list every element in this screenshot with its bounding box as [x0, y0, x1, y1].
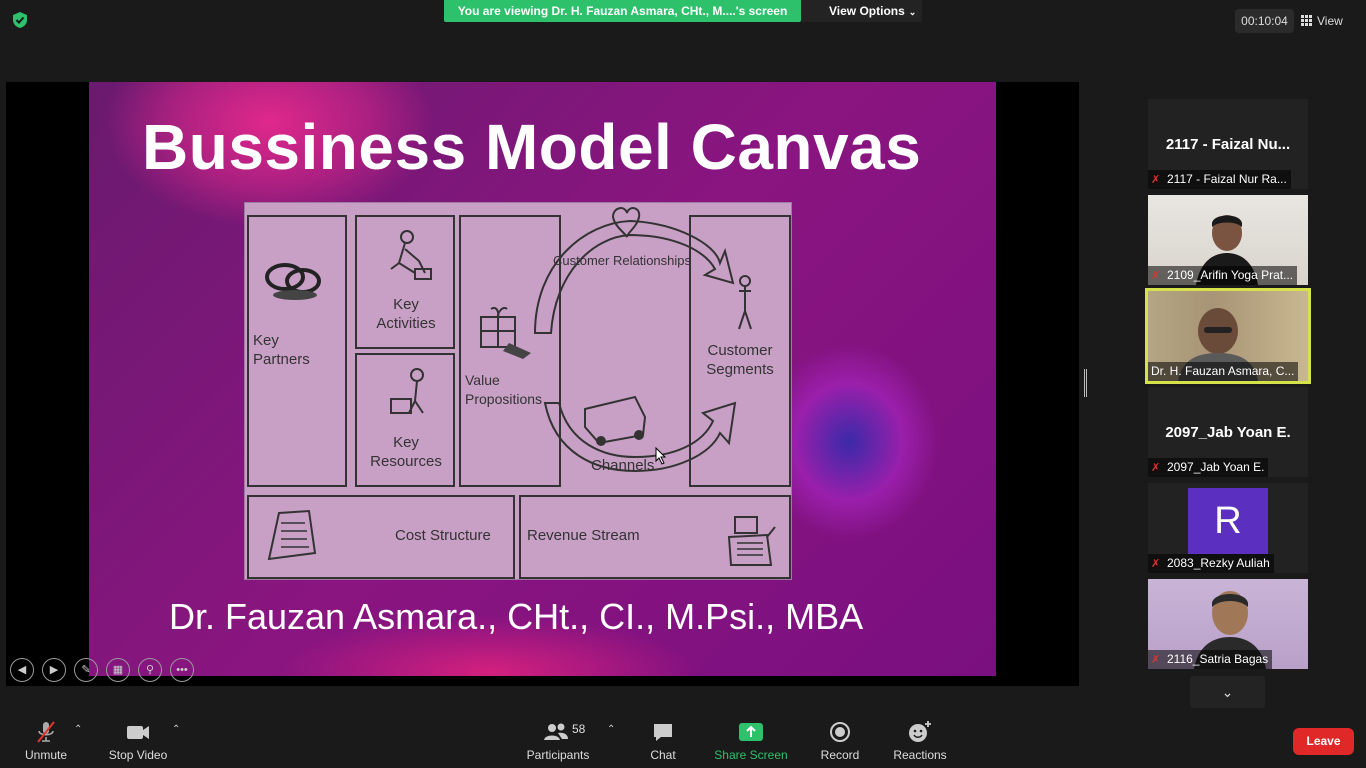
worker-with-cart-icon	[390, 368, 424, 414]
next-slide-button[interactable]: ▶	[42, 658, 66, 682]
participant-name: 2109_Arifin Yoga Prat...	[1167, 268, 1294, 282]
participant-name: Dr. H. Fauzan Asmara, C...	[1151, 364, 1295, 378]
chain-links-icon	[265, 263, 321, 300]
pen-tool-button[interactable]: ✎	[74, 658, 98, 682]
record-icon	[830, 722, 850, 742]
reactions-button[interactable]: Reactions	[892, 720, 948, 762]
view-options-label: View Options	[829, 4, 905, 18]
people-icon	[544, 723, 568, 740]
chevron-down-icon: ⌄	[1221, 684, 1234, 700]
participants-icon-wrap: 58	[528, 720, 588, 744]
view-options-button[interactable]: View Options ⌄	[801, 0, 922, 22]
meeting-timer: 00:10:04	[1235, 9, 1294, 33]
chat-label: Chat	[650, 748, 676, 762]
magnifier-icon: ⚲	[145, 664, 155, 676]
participant-tile[interactable]: 2117 - Faizal Nu... ✗ 2117 - Faizal Nur R…	[1148, 99, 1308, 189]
muted-mic-icon: ✗	[1151, 558, 1161, 570]
view-label: View	[1317, 14, 1343, 28]
business-model-canvas-diagram: Key Partners Key Activities Key Resource…	[244, 202, 792, 580]
stop-video-button[interactable]: Stop Video	[104, 720, 172, 762]
channels-label: Channels	[591, 457, 655, 474]
cash-register-icon	[727, 516, 776, 566]
grid-icon	[1301, 15, 1312, 26]
arrow-right-icon: ▶	[49, 664, 59, 676]
revenue-stream-label: Revenue Stream	[527, 527, 640, 544]
video-camera-icon	[127, 726, 149, 739]
participants-button[interactable]: 58 Participants	[525, 720, 591, 762]
share-screen-button[interactable]: Share Screen	[714, 720, 788, 762]
participant-name-label: Dr. H. Fauzan Asmara, C...	[1148, 362, 1299, 381]
record-button[interactable]: Record	[818, 720, 862, 762]
stop-video-label: Stop Video	[108, 748, 168, 762]
reactions-label: Reactions	[893, 748, 947, 762]
participant-name-label: ✗ 2097_Jab Yoan E.	[1148, 458, 1269, 477]
participant-display-name: 2097_Jab Yoan E.	[1165, 424, 1291, 441]
participants-options-caret[interactable]: ⌃	[607, 724, 615, 735]
slides-grid-button[interactable]: ▦	[106, 658, 130, 682]
arrow-left-icon: ◀	[17, 664, 27, 676]
unmute-label: Unmute	[24, 748, 68, 762]
unmute-button[interactable]: Unmute	[20, 720, 72, 762]
participant-tile-active-speaker[interactable]: Dr. H. Fauzan Asmara, C...	[1145, 288, 1311, 384]
participant-name: 2116_Satria Bagas	[1167, 652, 1269, 666]
leave-button[interactable]: Leave	[1293, 728, 1354, 755]
participant-display-name: 2117 - Faizal Nu...	[1165, 136, 1291, 153]
participant-name-label: ✗ 2117 - Faizal Nur Ra...	[1148, 170, 1291, 189]
receipt-icon	[267, 509, 317, 561]
chevron-down-icon: ⌄	[908, 7, 917, 17]
key-partners-label: Key Partners	[253, 332, 310, 368]
customer-relationships-label: Customer Relationships	[553, 253, 692, 268]
avatar: R	[1188, 488, 1268, 554]
participant-tile[interactable]: ✗ 2116_Satria Bagas	[1148, 579, 1308, 669]
key-resources-label: Key Resources	[370, 434, 442, 470]
muted-mic-icon: ✗	[1151, 174, 1161, 186]
grid-icon: ▦	[112, 664, 124, 676]
cost-structure-label: Cost Structure	[395, 527, 491, 544]
chat-bubble-icon	[654, 724, 672, 741]
participant-name-label: ✗ 2116_Satria Bagas	[1148, 650, 1273, 669]
video-options-caret[interactable]: ⌃	[172, 724, 180, 735]
participant-name: 2083_Rezky Auliah	[1167, 556, 1270, 570]
participant-tile[interactable]: ✗ 2109_Arifin Yoga Prat...	[1148, 195, 1308, 285]
scroll-down-button[interactable]: ⌄	[1190, 676, 1265, 708]
view-button[interactable]: View	[1301, 9, 1359, 33]
participant-tile[interactable]: 2097_Jab Yoan E. ✗ 2097_Jab Yoan E.	[1148, 387, 1308, 477]
mouse-pointer-icon	[655, 447, 667, 465]
security-shield-icon[interactable]	[10, 10, 30, 30]
ellipsis-icon: •••	[176, 664, 188, 676]
slide-author: Dr. Fauzan Asmara., CHt., CI., M.Psi., M…	[169, 596, 864, 637]
record-label: Record	[820, 748, 860, 762]
share-screen-icon	[739, 723, 763, 741]
muted-mic-icon: ✗	[1151, 654, 1161, 666]
participant-name: 2097_Jab Yoan E.	[1167, 460, 1265, 474]
viewing-screen-banner: You are viewing Dr. H. Fauzan Asmara, CH…	[444, 0, 801, 22]
worker-figure-icon	[390, 230, 432, 280]
participant-name-label: ✗ 2109_Arifin Yoga Prat...	[1148, 266, 1298, 285]
zoom-button[interactable]: ⚲	[138, 658, 162, 682]
pen-icon: ✎	[81, 664, 91, 676]
muted-mic-icon: ✗	[1151, 462, 1161, 474]
participants-count: 58	[572, 722, 586, 736]
previous-slide-button[interactable]: ◀	[10, 658, 34, 682]
participant-tile[interactable]: R ✗ 2083_Rezky Auliah	[1148, 483, 1308, 573]
panel-resize-handle[interactable]	[1084, 369, 1087, 397]
participant-name: 2117 - Faizal Nur Ra...	[1167, 172, 1287, 186]
person-standing-icon	[738, 275, 752, 330]
share-screen-label: Share Screen	[714, 748, 788, 762]
muted-mic-icon	[37, 721, 55, 743]
chat-button[interactable]: Chat	[644, 720, 682, 762]
participant-name-label: ✗ 2083_Rezky Auliah	[1148, 554, 1274, 573]
audio-options-caret[interactable]: ⌃	[74, 724, 82, 735]
smiley-plus-icon	[909, 721, 931, 742]
presentation-slide: Bussiness Model Canvas Key Partners Key …	[89, 82, 996, 676]
customer-segments-label: Customer Segments	[706, 342, 774, 378]
key-activities-label: Key Activities	[376, 296, 436, 332]
participants-label: Participants	[526, 748, 590, 762]
slide-title: Bussiness Model Canvas	[142, 111, 922, 183]
muted-mic-icon: ✗	[1151, 270, 1161, 282]
more-options-button[interactable]: •••	[170, 658, 194, 682]
